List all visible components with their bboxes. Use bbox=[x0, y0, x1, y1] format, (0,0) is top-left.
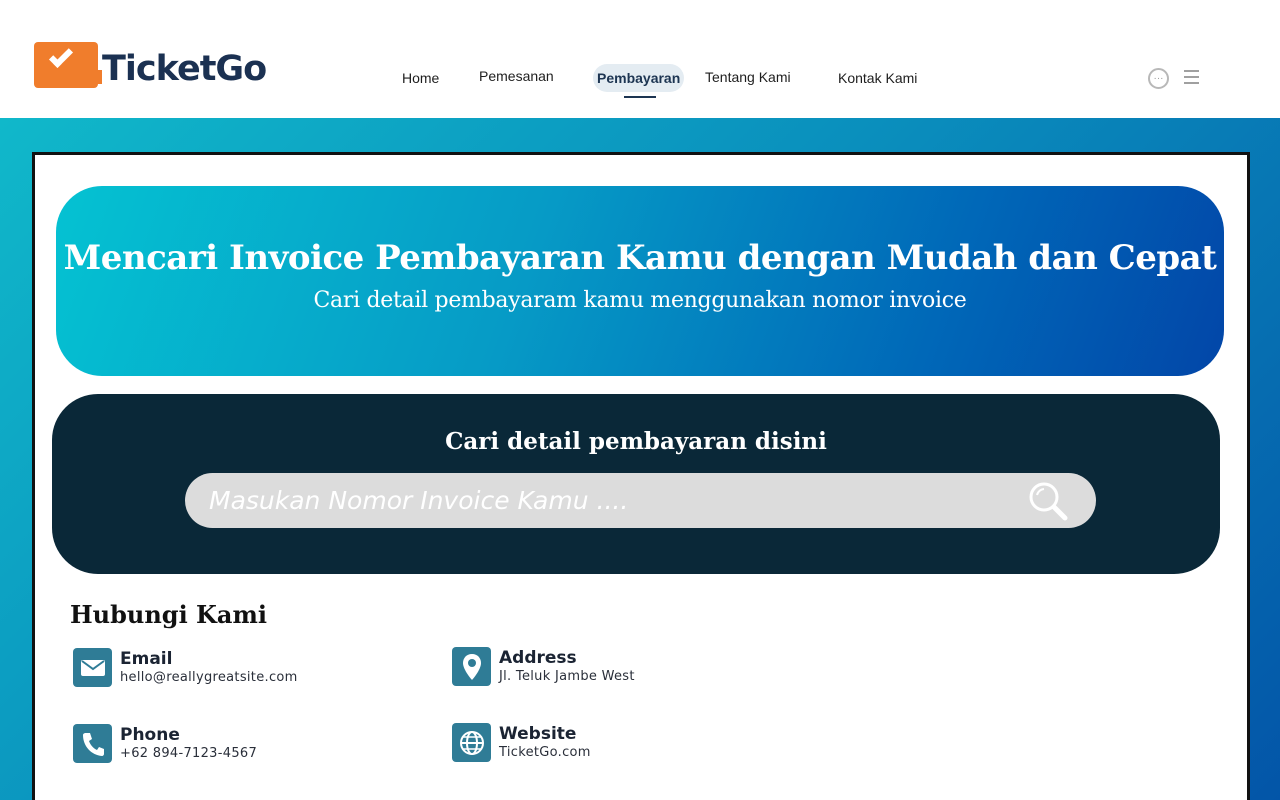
location-pin-icon bbox=[452, 647, 491, 686]
contact-email[interactable]: Email hello@reallygreatsite.com bbox=[73, 648, 298, 687]
contact-email-value: hello@reallygreatsite.com bbox=[120, 670, 298, 685]
nav-item-pemesanan[interactable]: Pemesanan bbox=[479, 62, 554, 90]
contact-phone-value: +62 894-7123-4567 bbox=[120, 746, 258, 761]
search-title: Cari detail pembayaran disini bbox=[445, 428, 827, 455]
contact-section-title: Hubungi Kami bbox=[70, 600, 267, 629]
contact-website[interactable]: Website TicketGo.com bbox=[452, 723, 591, 762]
active-nav-indicator bbox=[624, 96, 656, 98]
contact-address-label: Address bbox=[499, 648, 577, 668]
contact-email-label: Email bbox=[120, 649, 173, 669]
hero-subtitle: Cari detail pembayaram kamu menggunakan … bbox=[313, 288, 967, 313]
hamburger-menu-icon[interactable] bbox=[1184, 70, 1199, 84]
globe-icon bbox=[452, 723, 491, 762]
contact-website-value: TicketGo.com bbox=[499, 745, 591, 760]
search-box bbox=[185, 473, 1096, 528]
brand-name: TicketGo bbox=[102, 49, 267, 89]
contact-website-label: Website bbox=[499, 724, 577, 744]
search-icon[interactable] bbox=[1027, 481, 1069, 521]
nav-item-kontak-kami[interactable]: Kontak Kami bbox=[838, 64, 917, 92]
mail-icon bbox=[73, 648, 112, 687]
nav-item-home[interactable]: Home bbox=[402, 64, 439, 92]
contact-address[interactable]: Address Jl. Teluk Jambe West bbox=[452, 647, 635, 686]
top-header: TicketGo Home Pemesanan Pembayaran Tenta… bbox=[0, 0, 1280, 118]
nav-item-tentang-kami[interactable]: Tentang Kami bbox=[705, 63, 791, 91]
contact-address-value: Jl. Teluk Jambe West bbox=[499, 669, 635, 684]
contact-phone[interactable]: Phone +62 894-7123-4567 bbox=[73, 724, 257, 763]
nav-item-pembayaran[interactable]: Pembayaran bbox=[593, 64, 685, 92]
phone-icon bbox=[73, 724, 112, 763]
invoice-search-panel: Cari detail pembayaran disini bbox=[52, 394, 1220, 574]
invoice-search-input[interactable] bbox=[209, 473, 1009, 528]
hero-banner: Mencari Invoice Pembayaran Kamu dengan M… bbox=[56, 186, 1224, 376]
contact-phone-label: Phone bbox=[120, 725, 180, 745]
hero-title: Mencari Invoice Pembayaran Kamu dengan M… bbox=[63, 238, 1217, 278]
chat-icon[interactable]: ··· bbox=[1148, 68, 1169, 89]
ticket-check-icon bbox=[34, 42, 106, 96]
brand-logo[interactable]: TicketGo bbox=[34, 42, 267, 96]
